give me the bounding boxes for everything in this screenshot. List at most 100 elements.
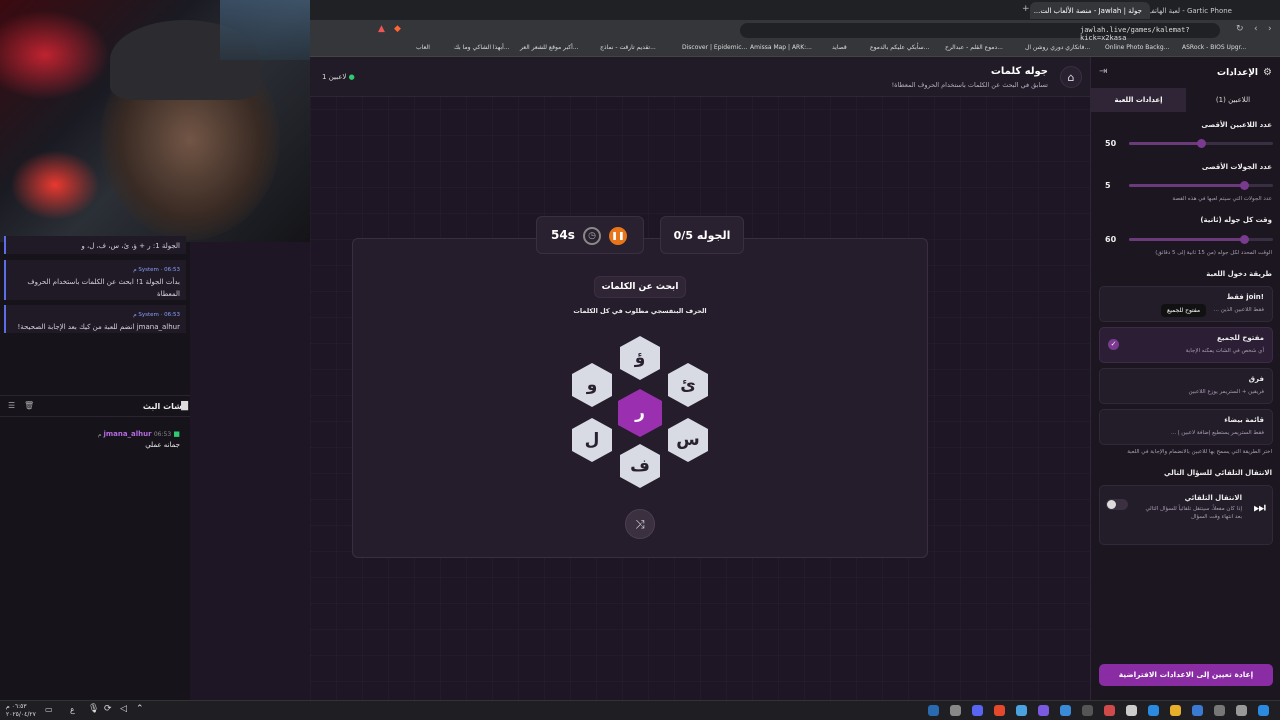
trash-icon[interactable]: 🗑 xyxy=(24,401,34,410)
tray-expand-icon[interactable]: ⌃ xyxy=(136,704,144,714)
slider-knob[interactable] xyxy=(1197,139,1206,148)
brave-icon[interactable] xyxy=(994,705,1005,716)
clock-icon: ◷ xyxy=(583,227,601,245)
slider-fill xyxy=(1129,142,1201,145)
new-tab-icon[interactable]: + xyxy=(1022,4,1030,14)
back-icon[interactable]: ‹ xyxy=(1254,24,1258,34)
notifications-icon[interactable]: ▭ xyxy=(45,705,53,714)
message-text: الجولة 1: ر + ؤ، ئ، س، ف، ل، و xyxy=(81,242,180,250)
bookmark-item[interactable]: تقديم تارقت - نماذج... xyxy=(600,44,656,51)
auto-advance-title: الانتقال التلقائي xyxy=(1184,494,1242,502)
network-icon[interactable]: ⟳ xyxy=(104,704,112,714)
shuffle-button[interactable]: ⤨ xyxy=(625,509,655,539)
round-time-label: وقت كل جوله (ثانية) xyxy=(1200,216,1272,224)
bookmark-item[interactable]: دموع القلم - عبدالرح... xyxy=(945,44,1003,51)
reload-icon[interactable]: ↻ xyxy=(1236,24,1244,34)
tab-label: جولة | Jawlah - منصة الألعاب الت... xyxy=(1033,7,1142,15)
home-icon[interactable]: ⌂ xyxy=(1060,66,1082,88)
option-whitelist[interactable]: قائمة بيضاء فقط الستريمر يستطيع إضافة لا… xyxy=(1099,409,1273,445)
discord-icon[interactable] xyxy=(972,705,983,716)
app-icon[interactable] xyxy=(1016,705,1027,716)
round-time-value: 60 xyxy=(1105,235,1117,244)
tab-players[interactable]: اللاعبين (1) xyxy=(1186,88,1280,112)
forward-icon[interactable]: › xyxy=(1268,24,1272,34)
bookmark-item[interactable]: أكبر موقع للشعر العر... xyxy=(520,44,579,51)
windows-taskbar: ٠٦:٥٣ م ٢٠٢٥/٠٤/٢٧ ▭ ع 🎙 ⟳ ◁ ⌃ xyxy=(0,700,1280,720)
app-icon[interactable] xyxy=(1060,705,1071,716)
microphone-icon[interactable]: 🎙 xyxy=(88,704,99,714)
bookmark-item[interactable]: Amissa Map | ARK:... xyxy=(750,44,812,51)
round-time-slider[interactable] xyxy=(1129,235,1273,244)
tab-label: اللاعبين (1) xyxy=(1215,96,1251,104)
menu-icon[interactable]: ☰ xyxy=(8,401,15,410)
round-label: الجوله 0/5 xyxy=(673,228,731,242)
edge-icon[interactable] xyxy=(1148,705,1159,716)
bookmark-item[interactable]: سأبكي عليكم بالدموع... xyxy=(870,44,929,51)
app-icon[interactable] xyxy=(1126,705,1137,716)
chat-bubble-icon: ▇ xyxy=(181,401,188,411)
app-icon[interactable] xyxy=(1104,705,1115,716)
slider-knob[interactable] xyxy=(1240,235,1250,244)
steam-icon[interactable] xyxy=(928,705,939,716)
message-text: جمانه عملي xyxy=(145,441,180,449)
file-explorer-icon[interactable] xyxy=(1170,705,1181,716)
bookmark-item[interactable]: Online Photo Backg... xyxy=(1105,44,1169,51)
tooltip: مفتوح للجميع xyxy=(1161,304,1207,317)
letter: س xyxy=(676,430,700,450)
app-icon[interactable] xyxy=(950,705,961,716)
speaker-icon[interactable]: ◁ xyxy=(120,704,127,714)
players-online-text: 1 لاعبين xyxy=(322,73,347,81)
chat-title: شات البث xyxy=(142,402,182,411)
pause-button[interactable]: ❚❚ xyxy=(609,227,627,245)
rewards-icon[interactable]: ◆ xyxy=(394,24,401,34)
round-time-desc: الوقت المحدد لكل جوله (من 15 ثانية إلى 5… xyxy=(1155,250,1272,256)
toggle-knob xyxy=(1107,500,1116,509)
task-view-icon[interactable] xyxy=(1214,705,1225,716)
max-players-value: 50 xyxy=(1105,139,1117,148)
message-text: بدأت الجولة 1! ابحث عن الكلمات باستخدام … xyxy=(27,278,180,298)
url-text: jawlah.live/games/kalemat?kick=x2kasa xyxy=(1080,26,1190,42)
prompt-title: ابحث عن الكلمات xyxy=(594,276,686,298)
letter: ل xyxy=(584,430,600,450)
system-clock[interactable]: ٠٦:٥٣ م ٢٠٢٥/٠٤/٢٧ xyxy=(6,703,36,719)
chat-system-message: System · 06:53 م بدأت الجولة 1! ابحث عن … xyxy=(4,260,186,300)
app-icon[interactable] xyxy=(1038,705,1049,716)
prompt-title-text: ابحث عن الكلمات xyxy=(601,282,679,292)
start-icon[interactable] xyxy=(1258,705,1269,716)
entry-method-label: طريقة دخول اللعبة xyxy=(1206,270,1272,278)
option-title: قائمة بيضاء xyxy=(1224,416,1264,424)
bookmark-item[interactable]: أبهذا الشاكي وما بك... xyxy=(454,44,510,51)
app-icon[interactable] xyxy=(1192,705,1203,716)
slider-knob[interactable] xyxy=(1240,181,1250,190)
max-rounds-slider[interactable] xyxy=(1129,181,1273,190)
bookmark-item[interactable]: فاتكاري دوري روشن ال... xyxy=(1025,44,1090,51)
max-rounds-desc: عدد الجولات التي سيتم لعبها في هذه القصة xyxy=(1172,196,1272,202)
search-icon[interactable] xyxy=(1236,705,1247,716)
letter: ؤ xyxy=(634,348,646,368)
option-title: فرق xyxy=(1248,375,1264,383)
language-indicator[interactable]: ع xyxy=(70,705,75,714)
bookmark-item[interactable]: ASRock - BIOS Upgr... xyxy=(1182,44,1246,51)
reset-defaults-button[interactable]: إعادة تعيين إلى الاعدادات الافتراضية xyxy=(1099,664,1273,686)
option-teams[interactable]: فرق فريقين + الستريمر يوزع اللاعبين xyxy=(1099,368,1273,404)
max-rounds-label: عدد الجولات الأقصى xyxy=(1201,163,1272,171)
max-players-slider[interactable] xyxy=(1129,139,1273,148)
brave-shield-icon[interactable]: ▲ xyxy=(378,24,385,34)
tab-label: إعدادات اللعبة xyxy=(1114,96,1163,104)
settings-title: الإعدادات xyxy=(1217,68,1258,78)
gear-icon: ⚙ xyxy=(1263,67,1272,78)
browser-tab-active[interactable]: جولة | Jawlah - منصة الألعاب الت... xyxy=(1030,2,1150,19)
auto-advance-toggle[interactable] xyxy=(1106,499,1128,510)
option-open-to-all[interactable]: مفتوح للجميع أي شخص في الشات يمكنه الإجا… xyxy=(1099,327,1273,363)
bookmark-item[interactable]: قصايد xyxy=(832,44,847,51)
collapse-panel-icon[interactable]: ⇥ xyxy=(1099,66,1107,77)
app-icon[interactable] xyxy=(1082,705,1093,716)
tab-game-settings[interactable]: إعدادات اللعبة xyxy=(1091,88,1186,112)
url-field[interactable]: jawlah.live/games/kalemat?kick=x2kasa xyxy=(740,23,1220,42)
slider-fill xyxy=(1129,238,1245,241)
bookmark-item[interactable]: العاب xyxy=(416,44,430,51)
message-user: System xyxy=(138,267,159,273)
shuffle-icon: ⤨ xyxy=(635,516,645,531)
letter: و xyxy=(586,375,598,395)
bookmark-item[interactable]: Discover | Epidemic... xyxy=(682,44,747,51)
